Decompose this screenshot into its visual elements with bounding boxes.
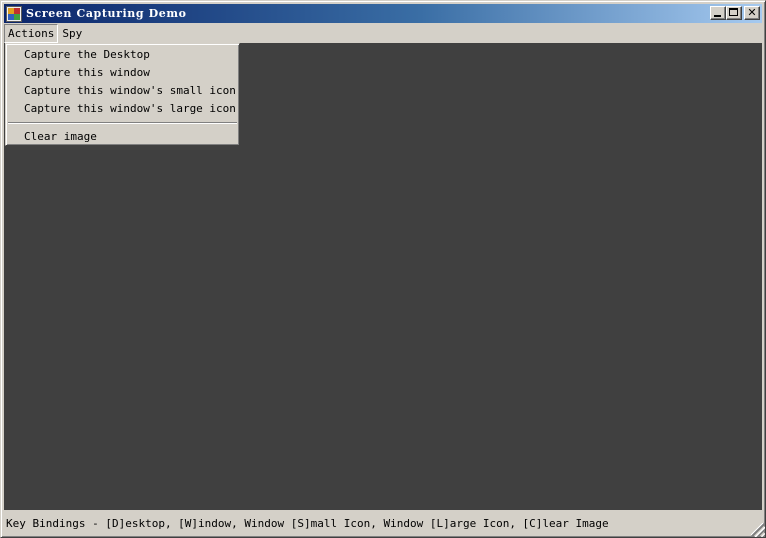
- minimize-icon: [714, 15, 721, 17]
- resize-grip-icon[interactable]: [751, 523, 765, 537]
- title-bar[interactable]: Screen Capturing Demo ✕: [4, 4, 762, 23]
- status-text: Key Bindings - [D]esktop, [W]indow, Wind…: [6, 516, 609, 530]
- main-window: Screen Capturing Demo ✕ Actions Spy Capt…: [0, 0, 766, 538]
- actions-dropdown-menu: Capture the Desktop Capture this window …: [5, 43, 240, 146]
- close-button[interactable]: ✕: [744, 6, 760, 20]
- caption-buttons: ✕: [710, 6, 760, 20]
- menu-item-clear-image[interactable]: Clear image: [6, 128, 239, 146]
- menu-spy[interactable]: Spy: [58, 24, 86, 43]
- menu-item-capture-desktop[interactable]: Capture the Desktop: [6, 46, 239, 64]
- status-bar: Key Bindings - [D]esktop, [W]indow, Wind…: [4, 512, 762, 534]
- close-icon: ✕: [747, 6, 757, 19]
- menu-item-capture-large-icon[interactable]: Capture this window's large icon: [6, 100, 239, 118]
- window-title: Screen Capturing Demo: [26, 7, 187, 20]
- app-window-icon[interactable]: [6, 5, 22, 22]
- maximize-button[interactable]: [726, 6, 742, 20]
- minimize-button[interactable]: [710, 6, 726, 20]
- menu-item-capture-window[interactable]: Capture this window: [6, 64, 239, 82]
- maximize-icon: [729, 8, 738, 16]
- menu-item-capture-small-icon[interactable]: Capture this window's small icon: [6, 82, 239, 100]
- menu-bar: Actions Spy: [4, 24, 762, 43]
- menu-separator: [8, 122, 237, 124]
- menu-actions[interactable]: Actions: [4, 24, 59, 43]
